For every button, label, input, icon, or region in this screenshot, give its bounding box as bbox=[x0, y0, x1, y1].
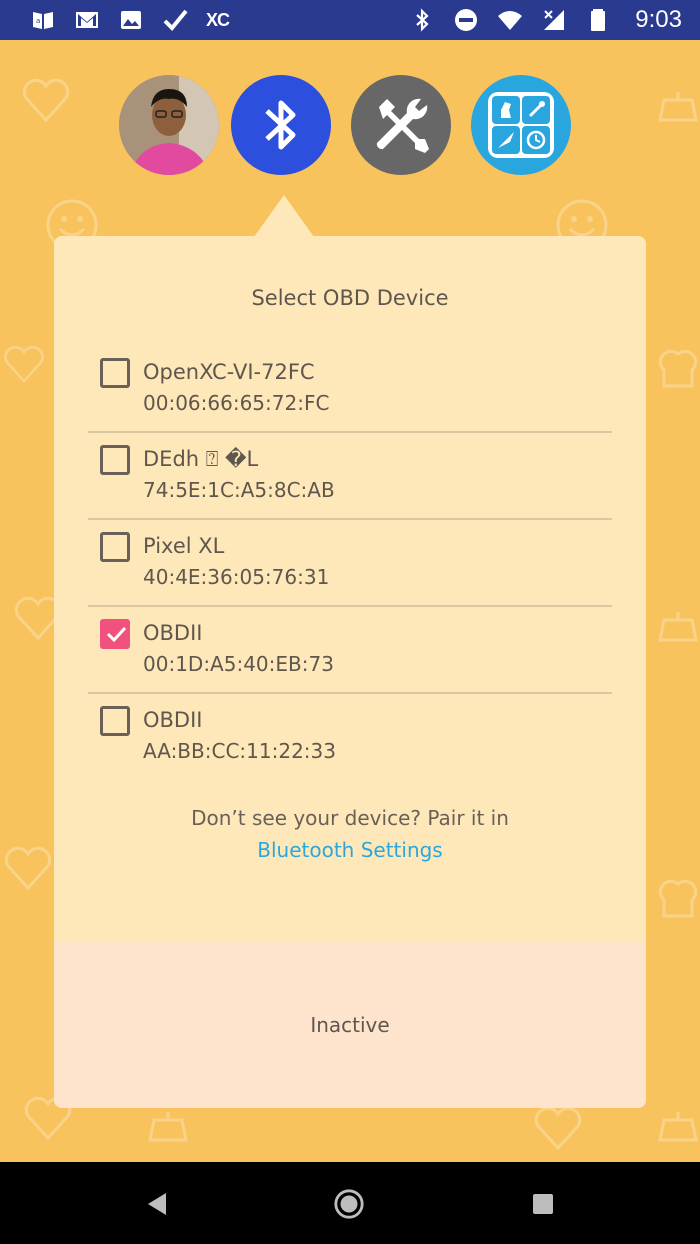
device-item[interactable]: OBDII 00:1D:A5:40:EB:73 bbox=[88, 607, 612, 694]
chef-hat-doodle-icon bbox=[658, 879, 698, 918]
device-mac: 40:4E:36:05:76:31 bbox=[143, 565, 330, 589]
device-name: OBDII bbox=[143, 621, 203, 645]
svg-text:a: a bbox=[36, 17, 40, 25]
avatar bbox=[119, 75, 219, 175]
status-time: 9:03 bbox=[635, 6, 682, 33]
bluetooth-settings-link[interactable]: Bluetooth Settings bbox=[54, 834, 646, 866]
recents-button[interactable] bbox=[527, 1188, 559, 1220]
app-grid-button[interactable] bbox=[471, 75, 571, 175]
back-button[interactable] bbox=[140, 1188, 172, 1220]
device-checkbox[interactable] bbox=[100, 532, 130, 562]
device-name: OpenXC-VI-72FC bbox=[143, 360, 315, 384]
gallery-icon bbox=[118, 7, 144, 33]
device-mac: 00:1D:A5:40:EB:73 bbox=[143, 652, 334, 676]
bluetooth-icon bbox=[265, 100, 296, 150]
device-mac: 00:06:66:65:72:FC bbox=[143, 391, 330, 415]
device-mac: AA:BB:CC:11:22:33 bbox=[143, 739, 336, 763]
hint-text: Don’t see your device? Pair it in bbox=[191, 806, 509, 830]
status-right-icons: 9:03 bbox=[409, 6, 682, 34]
check-icon bbox=[162, 7, 188, 33]
device-name: OBDII bbox=[143, 708, 203, 732]
connection-status-text: Inactive bbox=[310, 1013, 390, 1037]
device-checkbox[interactable] bbox=[100, 358, 130, 388]
device-mac: 74:5E:1C:A5:8C:AB bbox=[143, 478, 335, 502]
xc-icon: XC bbox=[206, 9, 230, 30]
teapot-doodle-icon bbox=[148, 1112, 188, 1142]
device-checkbox[interactable] bbox=[100, 445, 130, 475]
heart-doodle-icon bbox=[4, 846, 52, 891]
device-item[interactable]: DEdh ⍰ �L 74:5E:1C:A5:8C:AB bbox=[88, 433, 612, 520]
home-circle-icon bbox=[334, 1189, 364, 1219]
cell-signal-icon bbox=[541, 7, 567, 33]
heart-doodle-icon bbox=[4, 345, 44, 384]
battery-icon bbox=[585, 7, 611, 33]
device-list: OpenXC-VI-72FC 00:06:66:65:72:FC DEdh ⍰ … bbox=[88, 346, 612, 781]
teapot-doodle-icon bbox=[658, 1112, 698, 1142]
pairing-hint: Don’t see your device? Pair it in Blueto… bbox=[54, 802, 646, 866]
heart-doodle-icon bbox=[534, 1106, 582, 1151]
teapot-doodle-icon bbox=[658, 92, 698, 122]
navigation-bar bbox=[0, 1162, 700, 1244]
recents-square-icon bbox=[533, 1194, 553, 1214]
device-checkbox-checked[interactable] bbox=[100, 619, 130, 649]
device-name: Pixel XL bbox=[143, 534, 225, 558]
status-left-icons: a XC bbox=[30, 7, 230, 33]
amazon-icon: a bbox=[30, 7, 56, 33]
status-bar: a XC 9:03 bbox=[0, 0, 700, 40]
bluetooth-icon bbox=[409, 7, 435, 33]
wrench-screwdriver-icon bbox=[376, 98, 429, 153]
home-button[interactable] bbox=[333, 1188, 365, 1220]
top-button-row bbox=[119, 75, 579, 177]
back-triangle-icon bbox=[148, 1193, 166, 1215]
profile-avatar-button[interactable] bbox=[119, 75, 219, 175]
connection-status-footer: Inactive bbox=[54, 942, 646, 1108]
device-item[interactable]: OpenXC-VI-72FC 00:06:66:65:72:FC bbox=[88, 346, 612, 433]
device-item[interactable]: OBDII AA:BB:CC:11:22:33 bbox=[88, 694, 612, 781]
bluetooth-button[interactable] bbox=[231, 75, 331, 175]
wifi-icon bbox=[497, 7, 523, 33]
device-checkbox[interactable] bbox=[100, 706, 130, 736]
do-not-disturb-icon bbox=[453, 7, 479, 33]
card-title: Select OBD Device bbox=[251, 286, 449, 310]
device-item[interactable]: Pixel XL 40:4E:36:05:76:31 bbox=[88, 520, 612, 607]
obd-device-card: Select OBD Device OpenXC-VI-72FC 00:06:6… bbox=[54, 236, 646, 1108]
chef-hat-doodle-icon bbox=[658, 349, 698, 388]
device-name: DEdh ⍰ �L bbox=[143, 447, 259, 471]
heart-doodle-icon bbox=[22, 78, 70, 123]
gmail-icon bbox=[74, 7, 100, 33]
tools-button[interactable] bbox=[351, 75, 451, 175]
teapot-doodle-icon bbox=[658, 612, 698, 642]
app-grid-icon bbox=[488, 92, 554, 158]
popover-pointer bbox=[254, 195, 314, 237]
checkmark-icon bbox=[106, 626, 127, 643]
